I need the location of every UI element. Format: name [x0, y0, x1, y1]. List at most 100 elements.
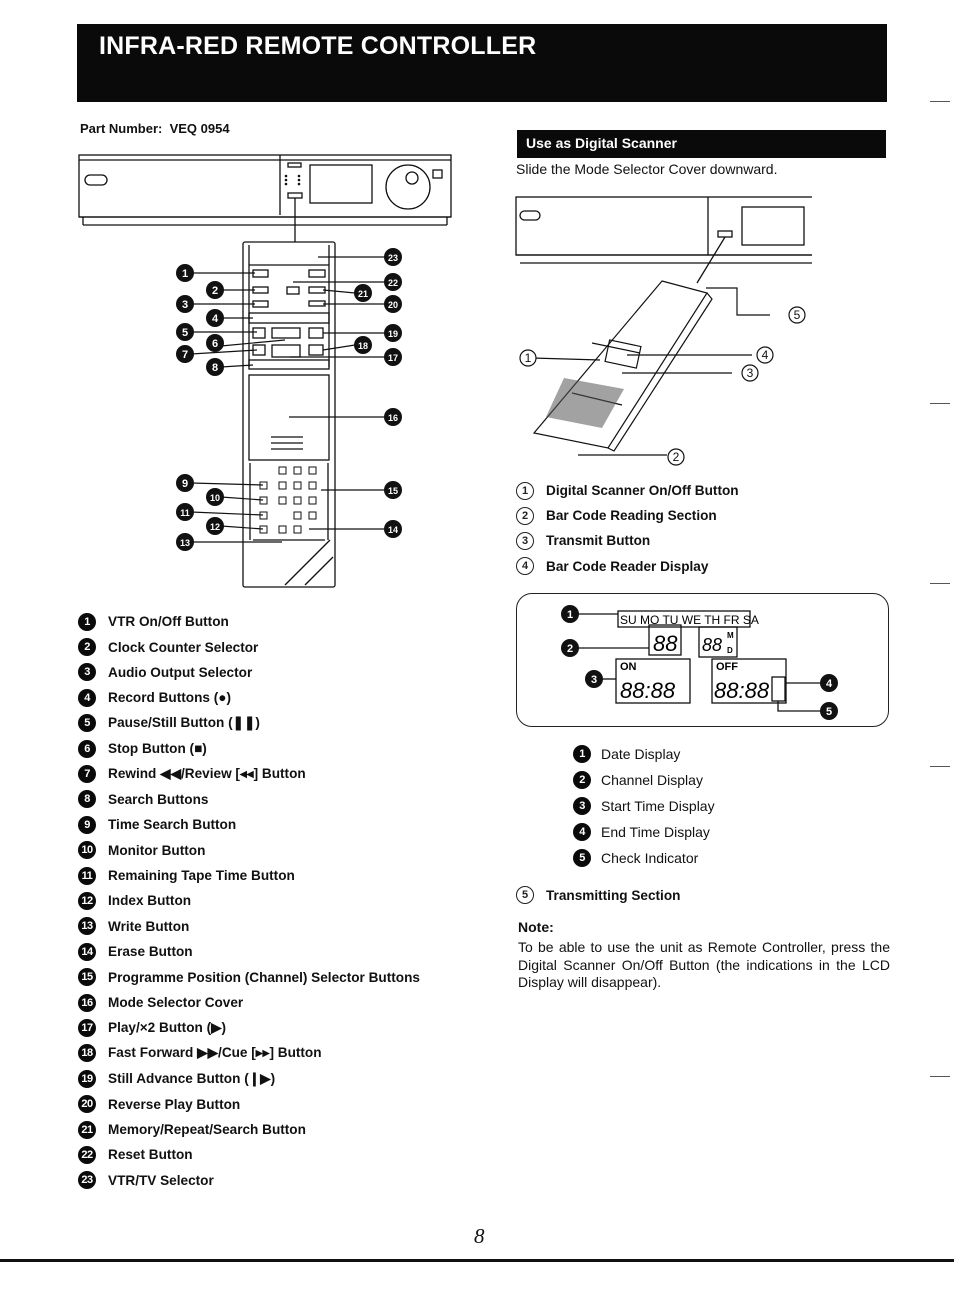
part-label: Channel Display — [601, 772, 703, 788]
part-label: Check Indicator — [601, 850, 699, 866]
callout-ring-2: 2 — [667, 448, 685, 466]
digital-scanner-diagram: 1 2 3 4 5 — [515, 196, 812, 466]
number-badge: 6 — [78, 739, 96, 758]
part-number-label: Part Number: — [80, 121, 163, 136]
callout-9: 9 — [176, 474, 194, 492]
number-badge: 15 — [78, 968, 96, 987]
part-label: Audio Output Selector — [108, 664, 253, 680]
list-item: 5 Pause/Still Button (❚❚) — [78, 711, 420, 736]
remote-body-illustration — [242, 241, 336, 588]
part-number: Part Number: VEQ 0954 — [80, 121, 230, 136]
list-item: 19 Still Advance Button (❙▶) — [78, 1066, 420, 1091]
margin-mark — [930, 1076, 950, 1077]
callout-20: 20 — [384, 295, 402, 313]
callout-13: 13 — [176, 533, 194, 551]
list-item: 2 Channel Display — [573, 767, 715, 793]
list-item: 20 Reverse Play Button — [78, 1091, 420, 1116]
part-label: Time Search Button — [108, 817, 237, 833]
number-badge: 16 — [78, 993, 96, 1012]
callout-22: 22 — [384, 273, 402, 291]
svg-text:5: 5 — [182, 327, 188, 339]
vcr-ir-sensor — [287, 192, 303, 199]
callout-11: 11 — [176, 503, 194, 521]
number-badge: 19 — [78, 1069, 96, 1088]
part-label: Fast Forward ▶▶/Cue [▸▸] Button — [108, 1045, 322, 1061]
svg-text:2: 2 — [673, 450, 680, 464]
number-badge: 2 — [573, 771, 591, 789]
note-body: To be able to use the unit as Remote Con… — [518, 939, 890, 990]
number-badge: 11 — [78, 866, 96, 885]
svg-text:18: 18 — [358, 341, 368, 351]
lcd-display-diagram: SU MO TU WE TH FR SA 88 88 M D ON 88:88 … — [561, 605, 838, 720]
title-banner: INFRA-RED REMOTE CONTROLLER — [77, 24, 887, 102]
callout-ring-1: 1 — [519, 349, 537, 367]
part-label: VTR On/Off Button — [108, 614, 229, 630]
part-label: Index Button — [108, 893, 192, 909]
list-item: 14 Erase Button — [78, 939, 420, 964]
list-item: 1 VTR On/Off Button — [78, 609, 420, 634]
number-ring: 4 — [516, 557, 534, 576]
list-item: 8 Search Buttons — [78, 787, 420, 812]
callout-18: 18 — [354, 336, 372, 354]
part-label: Date Display — [601, 746, 681, 762]
page-title: INFRA-RED REMOTE CONTROLLER — [99, 32, 537, 60]
bar-code-reading-area — [546, 378, 624, 428]
part-label: Pause/Still Button (❚❚) — [108, 715, 260, 731]
lcd-month-marker: M — [727, 631, 734, 640]
part-label: Write Button — [108, 918, 190, 934]
callout-ring-4: 4 — [756, 346, 774, 364]
part-label: Digital Scanner On/Off Button — [546, 483, 739, 499]
part-label: Rewind ◀◀/Review [◂◂] Button — [108, 766, 306, 782]
note-heading: Note: — [518, 919, 554, 935]
list-item: 6 Stop Button (■) — [78, 736, 420, 761]
number-badge: 13 — [78, 917, 96, 936]
number-badge: 20 — [78, 1095, 96, 1114]
callout-10: 10 — [206, 488, 224, 506]
number-badge: 18 — [78, 1044, 96, 1063]
list-item: 1 Digital Scanner On/Off Button — [516, 478, 739, 503]
callout-7: 7 — [176, 345, 194, 363]
svg-text:23: 23 — [388, 253, 398, 263]
vcr-unit-illustration — [515, 196, 812, 284]
list-item: 16 Mode Selector Cover — [78, 990, 420, 1015]
lcd-day-labels: SU MO TU WE TH FR SA — [620, 613, 759, 627]
list-item: 4 End Time Display — [573, 819, 715, 845]
vcr-power-button — [84, 174, 108, 186]
svg-text:6: 6 — [212, 338, 218, 350]
svg-text:17: 17 — [388, 353, 398, 363]
list-item: 2 Clock Counter Selector — [78, 634, 420, 659]
part-label: Bar Code Reading Section — [546, 508, 717, 524]
list-item: 4 Record Buttons (●) — [78, 685, 420, 710]
part-label: Programme Position (Channel) Selector Bu… — [108, 969, 420, 985]
number-badge: 17 — [78, 1018, 96, 1037]
svg-text:7: 7 — [182, 349, 188, 361]
vcr-jog-dial — [385, 164, 431, 210]
list-item: 17 Play/×2 Button (▶) — [78, 1015, 420, 1040]
part-number-value: VEQ 0954 — [169, 121, 230, 136]
svg-text:2: 2 — [212, 285, 218, 297]
part-label: Monitor Button — [108, 842, 206, 858]
svg-text:10: 10 — [210, 493, 220, 503]
list-item: 23 VTR/TV Selector — [78, 1168, 420, 1193]
lcd-callout-5: 5 — [820, 702, 838, 720]
callout-23: 23 — [384, 248, 402, 266]
list-item: 13 Write Button — [78, 914, 420, 939]
callout-21: 21 — [354, 284, 372, 302]
part-label: Search Buttons — [108, 791, 209, 807]
svg-text:5: 5 — [794, 308, 801, 322]
svg-text:21: 21 — [358, 289, 368, 299]
list-item: 7 Rewind ◀◀/Review [◂◂] Button — [78, 761, 420, 786]
lcd-off-label: OFF — [716, 661, 738, 673]
list-item: 3 Audio Output Selector — [78, 660, 420, 685]
number-badge: 1 — [78, 612, 96, 631]
lcd-on-time: 88:88 — [620, 678, 676, 703]
list-item: 1 Date Display — [573, 741, 715, 767]
callout-12: 12 — [206, 517, 224, 535]
svg-text:1: 1 — [525, 351, 532, 365]
page-number: 8 — [474, 1224, 485, 1248]
svg-text:15: 15 — [388, 486, 398, 496]
callout-15: 15 — [384, 481, 402, 499]
list-item: 10 Monitor Button — [78, 838, 420, 863]
footer-rule — [0, 1259, 954, 1262]
number-ring: 1 — [516, 481, 534, 500]
